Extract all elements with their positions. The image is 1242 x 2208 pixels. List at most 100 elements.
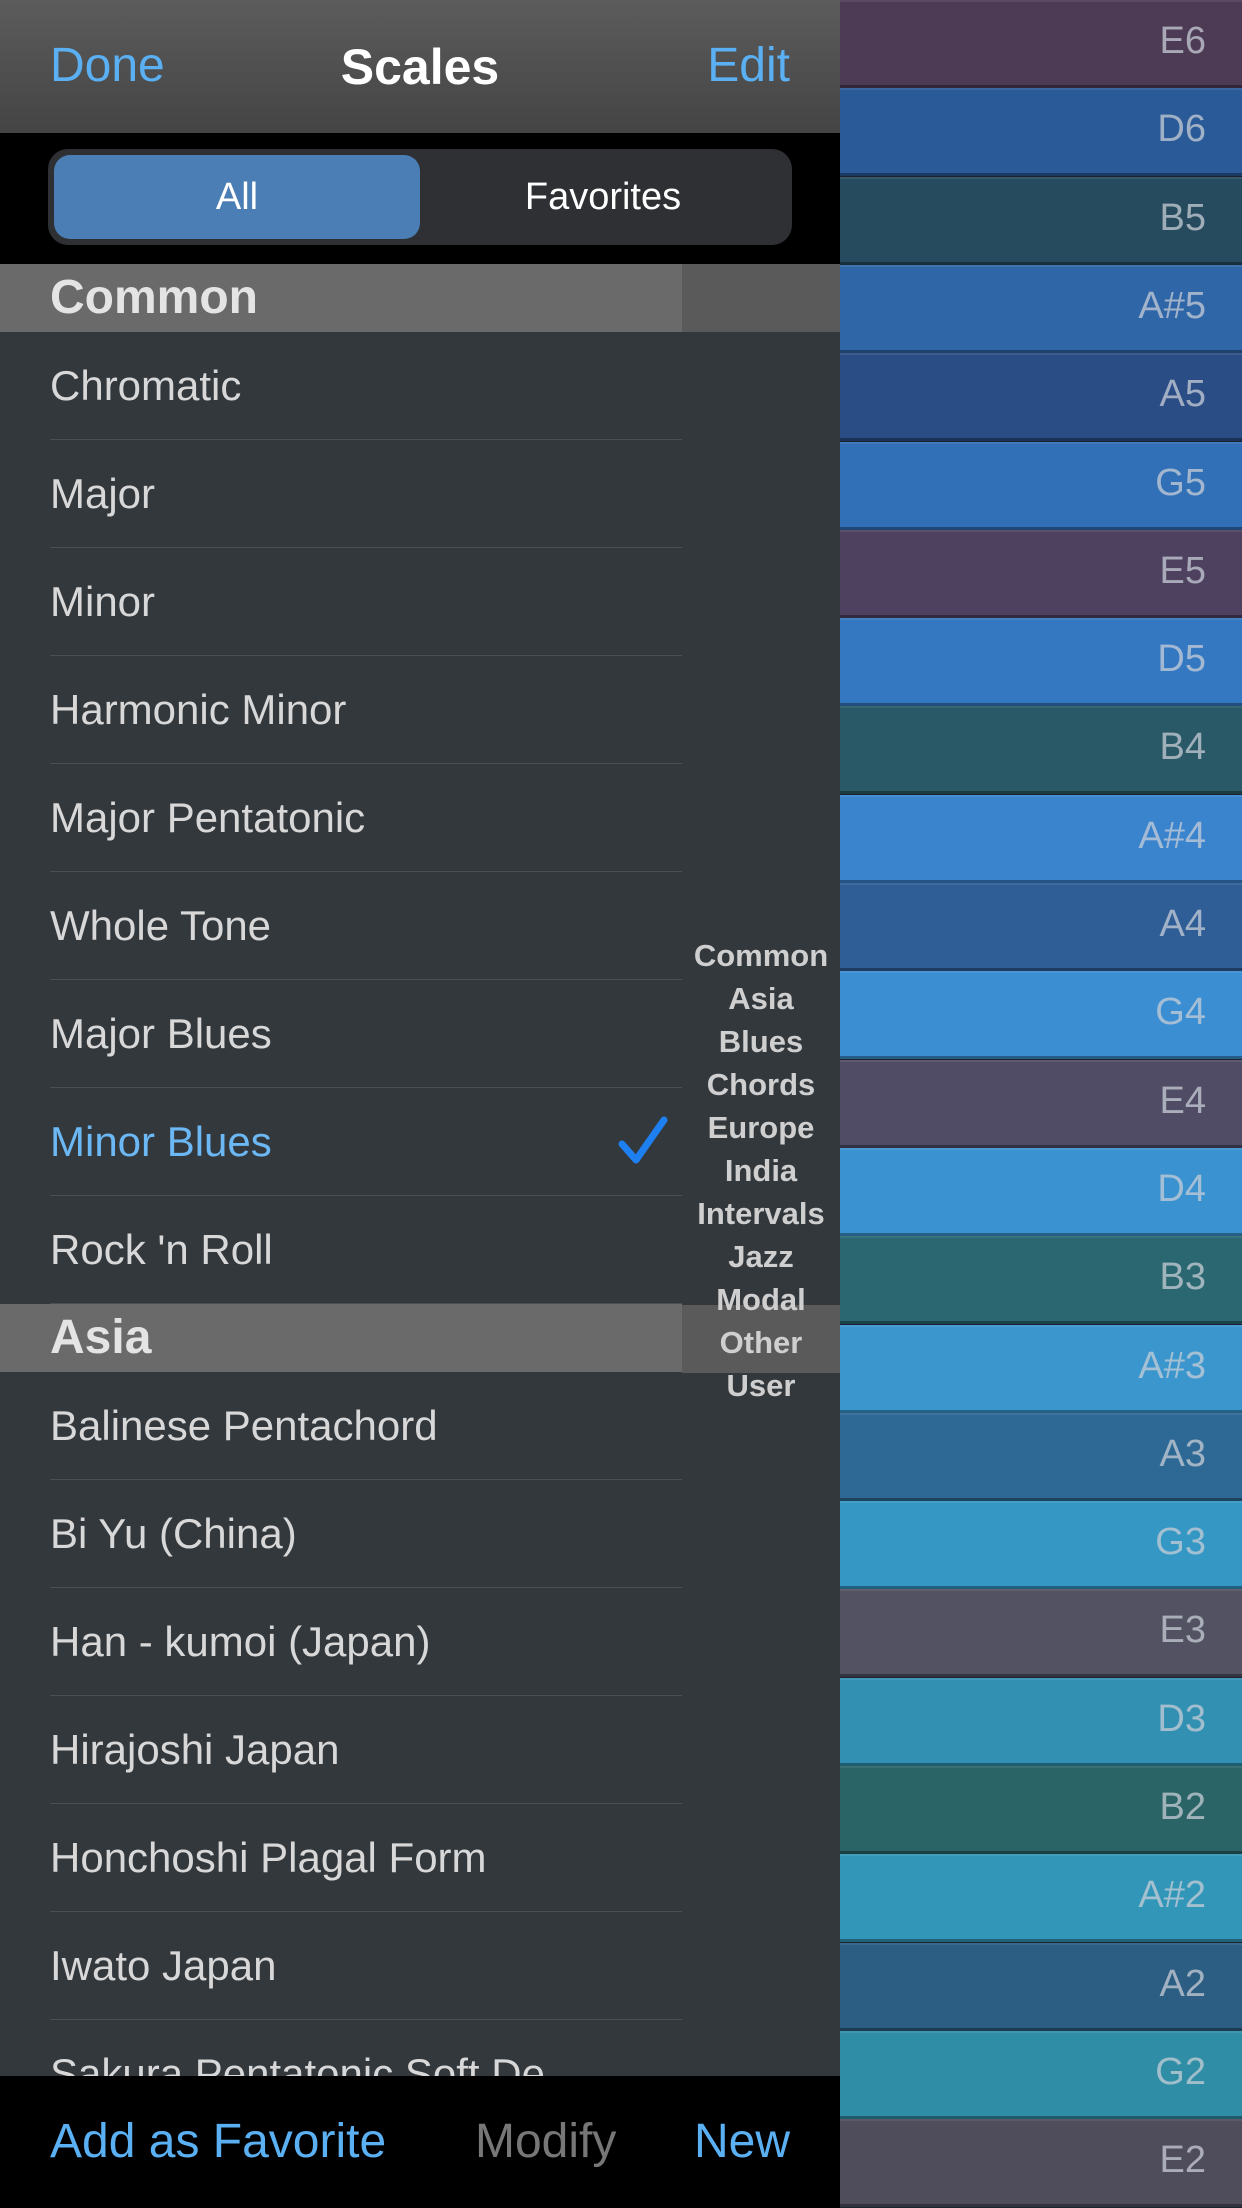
filter-bar: All Favorites [0, 133, 840, 264]
section-index[interactable]: Common Asia Blues Chords Europe India Interval… [682, 264, 840, 2076]
key-label: G5 [1155, 462, 1206, 504]
key-a2[interactable]: A2 [840, 1943, 1242, 2031]
key-label: B5 [1159, 197, 1206, 239]
list-item-label: Major [50, 470, 156, 517]
key-a-sharp3[interactable]: A#3 [840, 1325, 1242, 1413]
index-chords[interactable]: Chords [682, 1063, 840, 1106]
key-e4[interactable]: E4 [840, 1060, 1242, 1148]
key-b5[interactable]: B5 [840, 177, 1242, 265]
key-g2[interactable]: G2 [840, 2031, 1242, 2119]
key-label: D3 [1157, 1698, 1206, 1740]
list-item-label: Chromatic [50, 362, 242, 409]
key-a5[interactable]: A5 [840, 353, 1242, 441]
key-label: B2 [1159, 1786, 1206, 1828]
index-other[interactable]: Other [682, 1321, 840, 1364]
segmented-control: All Favorites [48, 149, 792, 245]
key-label: D5 [1157, 638, 1206, 680]
index-blues[interactable]: Blues [682, 1020, 840, 1063]
key-d3[interactable]: D3 [840, 1678, 1242, 1766]
bottom-toolbar: Add as Favorite Modify New [0, 2076, 840, 2208]
segment-favorites[interactable]: Favorites [420, 155, 786, 239]
key-a-sharp5[interactable]: A#5 [840, 265, 1242, 353]
list-item[interactable]: Major [0, 440, 682, 548]
key-label: A#4 [1138, 815, 1206, 857]
list-item-label: Whole Tone [50, 902, 272, 949]
key-label: E6 [1159, 20, 1206, 62]
key-d5[interactable]: D5 [840, 618, 1242, 706]
scale-list[interactable]: Common Chromatic Major Minor Harmonic Minor M… [0, 264, 682, 2076]
list-item-label: Harmonic Minor [50, 686, 347, 733]
key-label: G4 [1155, 991, 1206, 1033]
edit-button[interactable]: Edit [707, 38, 790, 93]
key-g4[interactable]: G4 [840, 971, 1242, 1059]
list-item-label: Major Blues [50, 1010, 272, 1057]
index-asia[interactable]: Asia [682, 977, 840, 1020]
scales-panel: Done Scales Edit All Favorites Common Chr… [0, 0, 840, 2208]
section-title: Asia [50, 1311, 152, 1364]
list-item-label: Hirajoshi Japan [50, 1726, 340, 1773]
list-item[interactable]: Iwato Japan [0, 1912, 682, 2020]
key-label: G3 [1155, 1521, 1206, 1563]
list-item[interactable]: Minor [0, 548, 682, 656]
key-b4[interactable]: B4 [840, 706, 1242, 794]
add-favorite-button[interactable]: Add as Favorite [50, 2114, 386, 2169]
index-jazz[interactable]: Jazz [682, 1235, 840, 1278]
navigation-bar: Done Scales Edit [0, 0, 840, 133]
index-europe[interactable]: Europe [682, 1106, 840, 1149]
key-a3[interactable]: A3 [840, 1413, 1242, 1501]
index-common[interactable]: Common [682, 934, 840, 977]
key-d6[interactable]: D6 [840, 88, 1242, 176]
key-g5[interactable]: G5 [840, 442, 1242, 530]
list-item-label: Rock 'n Roll [50, 1226, 273, 1273]
key-label: A4 [1159, 903, 1206, 945]
index-list[interactable]: Common Asia Blues Chords Europe India Interval… [682, 934, 840, 1407]
section-header-common: Common [0, 264, 682, 332]
section-title: Common [50, 271, 258, 324]
keyboard-strip[interactable]: E6 D6 B5 A#5 A5 G5 E5 D5 B4 A#4 A4 G4 E4 D4 B3 A#3 A3 G3 E… [840, 0, 1242, 2208]
list-item-label: Han - kumoi (Japan) [50, 1618, 431, 1665]
key-a4[interactable]: A4 [840, 883, 1242, 971]
key-b3[interactable]: B3 [840, 1236, 1242, 1324]
list-item[interactable]: Whole Tone [0, 872, 682, 980]
key-d4[interactable]: D4 [840, 1148, 1242, 1236]
index-user[interactable]: User [682, 1364, 840, 1407]
index-intervals[interactable]: Intervals [682, 1192, 840, 1235]
key-a-sharp2[interactable]: A#2 [840, 1854, 1242, 1942]
key-e3[interactable]: E3 [840, 1589, 1242, 1677]
list-item-label: Minor [50, 578, 156, 625]
key-label: G2 [1155, 2051, 1206, 2093]
key-e5[interactable]: E5 [840, 530, 1242, 618]
checkmark-icon [618, 1116, 668, 1164]
list-item[interactable]: Major Pentatonic [0, 764, 682, 872]
list-item[interactable]: Honchoshi Plagal Form [0, 1804, 682, 1912]
segment-all[interactable]: All [54, 155, 420, 239]
list-item[interactable]: Chromatic [0, 332, 682, 440]
list-item-label: Major Pentatonic [50, 794, 366, 841]
new-button[interactable]: New [694, 2114, 790, 2169]
list-item[interactable]: Minor Blues [0, 1088, 682, 1196]
key-label: D6 [1157, 108, 1206, 150]
modify-button[interactable]: Modify [475, 2114, 616, 2169]
list-item[interactable]: Rock 'n Roll [0, 1196, 682, 1304]
key-g3[interactable]: G3 [840, 1501, 1242, 1589]
list-item[interactable]: Sakura Pentatonic Soft De [0, 2020, 682, 2076]
key-label: A5 [1159, 373, 1206, 415]
key-label: B4 [1159, 726, 1206, 768]
list-item[interactable]: Balinese Pentachord [0, 1372, 682, 1480]
list-item[interactable]: Major Blues [0, 980, 682, 1088]
key-e2[interactable]: E2 [840, 2119, 1242, 2207]
list-item[interactable]: Harmonic Minor [0, 656, 682, 764]
key-e6[interactable]: E6 [840, 0, 1242, 88]
list-item-label: Honchoshi Plagal Form [50, 1834, 487, 1881]
key-label: E3 [1159, 1609, 1206, 1651]
list-item[interactable]: Han - kumoi (Japan) [0, 1588, 682, 1696]
key-a-sharp4[interactable]: A#4 [840, 795, 1242, 883]
index-india[interactable]: India [682, 1149, 840, 1192]
key-b2[interactable]: B2 [840, 1766, 1242, 1854]
key-label: A#3 [1138, 1345, 1206, 1387]
index-modal[interactable]: Modal [682, 1278, 840, 1321]
list-item[interactable]: Hirajoshi Japan [0, 1696, 682, 1804]
key-label: A3 [1159, 1433, 1206, 1475]
list-item[interactable]: Bi Yu (China) [0, 1480, 682, 1588]
list-item-label: Iwato Japan [50, 1942, 277, 1989]
